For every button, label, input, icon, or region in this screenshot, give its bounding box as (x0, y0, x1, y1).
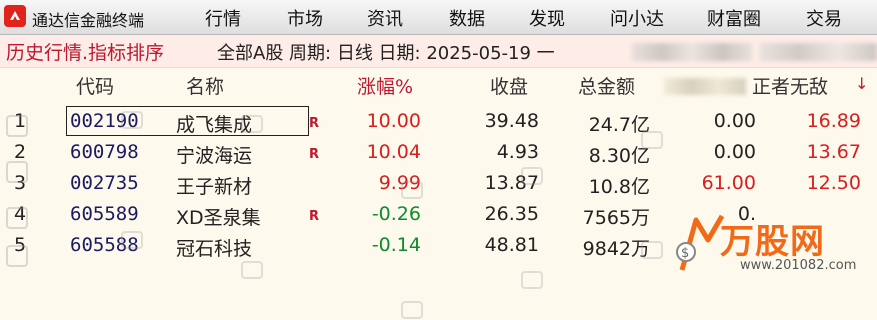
menu-item-market[interactable]: 市场 (287, 5, 323, 31)
menu-item-discover[interactable]: 发现 (529, 5, 565, 31)
menu-bar: 通达信金融终端 行情 市场 资讯 数据 发现 问小达 财富圈 交易 (0, 0, 877, 35)
watermark-icon (641, 241, 663, 259)
watermark-icon (641, 131, 663, 149)
sort-desc-icon[interactable]: ↓ (855, 74, 868, 93)
margin-trading-badge: R (309, 116, 320, 131)
menu-item-data[interactable]: 数据 (449, 5, 485, 31)
watermark-icon (241, 261, 263, 279)
indicator-col-a: 0.00 (713, 141, 756, 163)
watermark-icon (401, 181, 423, 199)
stock-code: 605589 (70, 203, 139, 225)
menu-item-ask-xiaoda[interactable]: 问小达 (610, 5, 664, 31)
blurred-region (760, 43, 877, 61)
stock-name: 冠石科技 (176, 238, 253, 260)
indicator-col-b: 12.50 (806, 172, 861, 194)
change-pct: -0.26 (371, 203, 421, 225)
blurred-header (664, 78, 746, 95)
menu-item-wealth-circle[interactable]: 财富圈 (707, 5, 761, 31)
blurred-region (632, 43, 752, 61)
stock-code: 600798 (70, 141, 139, 163)
menu-item-trade[interactable]: 交易 (806, 5, 842, 31)
indicator-col-a: 61.00 (701, 172, 756, 194)
stock-name: 宁波海运 (176, 145, 253, 167)
menu-item-quotes[interactable]: 行情 (205, 5, 241, 31)
watermark-icon (521, 271, 543, 289)
watermark-url: www.201082.com (740, 258, 857, 273)
margin-trading-badge: R (309, 147, 320, 162)
menu-item-news[interactable]: 资讯 (367, 5, 403, 31)
change-pct: 10.04 (366, 141, 421, 163)
change-pct: 10.00 (366, 110, 421, 132)
stock-code: 002735 (70, 172, 139, 194)
app-logo-icon[interactable] (4, 5, 26, 27)
watermark-icon (121, 231, 143, 249)
close-price: 26.35 (484, 203, 539, 225)
svg-text:$: $ (681, 246, 689, 261)
watermark-icon (121, 111, 143, 129)
indicator-col-b: 13.67 (806, 141, 861, 163)
watermark-logo: $ 万股网 www.201082.com (672, 210, 877, 277)
close-price: 39.48 (484, 110, 539, 132)
total-amount: 7565万 (582, 207, 650, 229)
stock-name: XD圣泉集 (176, 207, 261, 229)
close-price: 4.93 (496, 141, 539, 163)
app-title: 通达信金融终端 (32, 11, 145, 30)
col-header-close[interactable]: 收盘 (490, 72, 528, 99)
watermark-icon (521, 167, 543, 185)
close-price: 48.81 (484, 234, 539, 256)
total-amount: 10.8亿 (588, 176, 650, 198)
col-header-name[interactable]: 名称 (186, 72, 224, 99)
table-row[interactable]: 3 002735 王子新材 9.99 13.87 10.8亿 61.00 12.50 (0, 169, 877, 199)
indicator-col-a: 0.00 (713, 110, 756, 132)
indicator-col-b: 16.89 (806, 110, 861, 132)
stock-name: 王子新材 (176, 176, 253, 198)
watermark-side-icon (6, 115, 28, 267)
selected-row-highlight (66, 106, 309, 136)
change-pct: -0.14 (371, 234, 421, 256)
watermark-icon (401, 301, 423, 319)
view-filter-info: 全部A股 周期: 日线 日期: 2025-05-19 一 (217, 43, 555, 64)
table-row[interactable]: 2 600798 宁波海运 10.04 4.93 8.30亿 0.00 13.67 R (0, 138, 877, 168)
col-header-change[interactable]: 涨幅% (357, 72, 413, 99)
view-title-bar: 历史行情.指标排序 全部A股 周期: 日线 日期: 2025-05-19 一 (0, 35, 877, 68)
watermark-brand: 万股网 (720, 222, 825, 262)
col-header-code[interactable]: 代码 (76, 72, 114, 99)
watermark-icon (241, 115, 263, 133)
col-header-amount[interactable]: 总金额 (578, 72, 635, 99)
col-header-indicator[interactable]: 正者无敌 (752, 72, 828, 99)
view-title: 历史行情.指标排序 (6, 42, 165, 64)
margin-trading-badge: R (309, 209, 320, 224)
